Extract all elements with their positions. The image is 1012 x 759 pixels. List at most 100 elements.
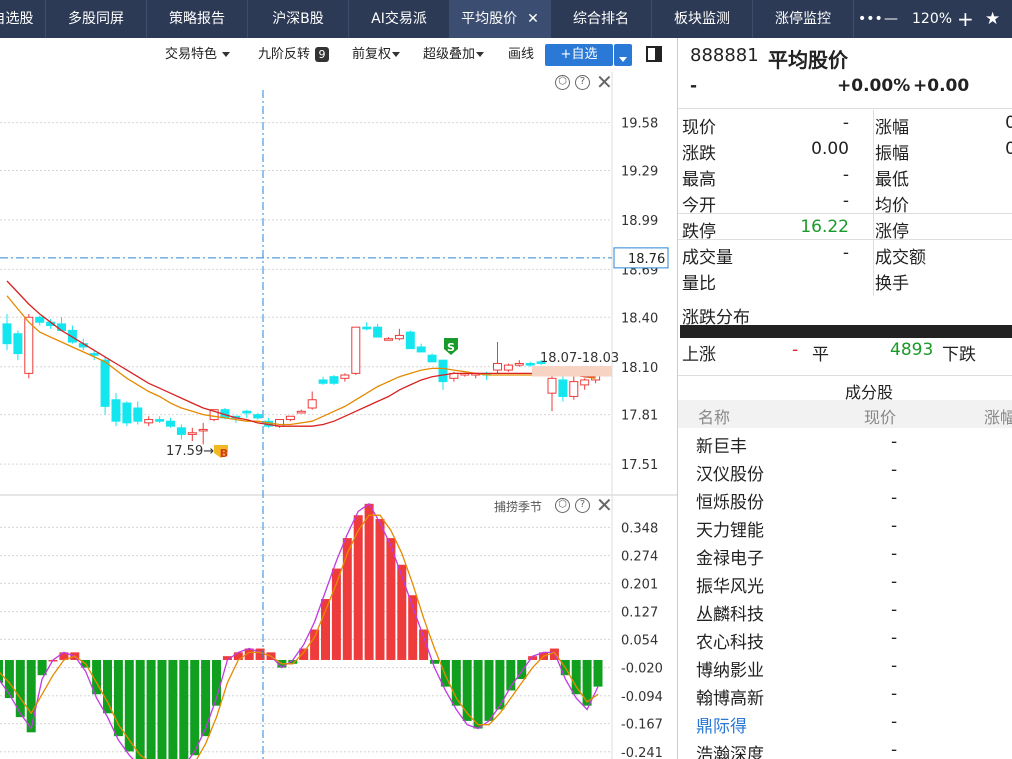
indicator-tick-label: -0.167 xyxy=(621,718,663,733)
add-watchlist-dropdown[interactable] xyxy=(614,44,632,66)
indicator-bar xyxy=(582,659,592,706)
price-tick-label: 19.58 xyxy=(621,117,658,132)
candle xyxy=(100,359,110,407)
price-range-band xyxy=(532,365,612,377)
list-item[interactable]: 汉仪股份 - xyxy=(678,457,1012,485)
nine-reversal-toggle[interactable]: 九阶反转 9 xyxy=(258,38,330,72)
list-item[interactable]: 新巨丰 - xyxy=(678,429,1012,457)
stock-price: - xyxy=(891,572,898,592)
tab-strategy-report[interactable]: 策略报告 xyxy=(147,0,248,38)
close-icon[interactable]: ✕ xyxy=(596,72,613,92)
candle xyxy=(176,427,186,435)
tab-label: AI交易派 xyxy=(371,11,427,27)
indicator-tick-label: 0.201 xyxy=(621,577,658,592)
change-percent: +0.00% xyxy=(837,76,911,96)
tab-b-shares[interactable]: 沪深B股 xyxy=(248,0,349,38)
quote-row: 跌停 16.22 涨停 xyxy=(678,214,1012,242)
close-icon[interactable]: ✕ xyxy=(527,11,539,27)
list-item[interactable]: 丛麟科技 - xyxy=(678,597,1012,625)
candle xyxy=(427,354,437,363)
quote-label: 成交量 xyxy=(682,248,733,268)
stock-name: 翰博高新 xyxy=(696,689,764,709)
kline-chart[interactable]: 19.5819.2918.9918.6918.4018.1017.8117.51… xyxy=(0,72,677,759)
candle xyxy=(405,331,415,350)
list-item[interactable]: 翰博高新 - xyxy=(678,681,1012,709)
star-icon[interactable]: ★ xyxy=(985,0,1000,38)
draw-line-button[interactable]: 画线 xyxy=(508,38,534,72)
list-item[interactable]: 农心科技 - xyxy=(678,625,1012,653)
sell-marker-label: S xyxy=(447,341,455,354)
candle xyxy=(155,419,165,422)
settings-icon[interactable]: ⬡ xyxy=(555,75,570,90)
tab-multi-stock[interactable]: 多股同屏 xyxy=(46,0,147,38)
list-item[interactable]: 博纳影业 - xyxy=(678,653,1012,681)
indicator-bar xyxy=(549,648,559,660)
indicator-bar xyxy=(593,659,603,687)
stock-name: 鼎际得 xyxy=(696,717,747,737)
zoom-in-icon[interactable]: + xyxy=(957,0,974,38)
candle xyxy=(329,376,339,384)
layout-toggle-icon[interactable] xyxy=(646,46,662,62)
flat-label: 平 xyxy=(812,345,829,365)
indicator-bar xyxy=(168,659,178,759)
help-icon[interactable]: ? xyxy=(575,75,590,90)
candle xyxy=(144,419,154,424)
zoom-out-icon[interactable]: — xyxy=(884,0,898,38)
list-item[interactable]: 天力锂能 - xyxy=(678,513,1012,541)
indicator-bar xyxy=(473,659,483,729)
price-tick-label: 19.29 xyxy=(621,164,658,179)
help-icon[interactable]: ? xyxy=(575,498,590,513)
stock-price: - xyxy=(891,712,898,732)
quote-row: 现价 - 涨幅 0 xyxy=(678,110,1012,138)
tab-sector-monitor[interactable]: 板块监测 xyxy=(652,0,753,38)
list-item[interactable]: 鼎际得 - xyxy=(678,709,1012,737)
candle xyxy=(569,381,579,397)
stock-name: 恒烁股份 xyxy=(696,493,764,513)
candle xyxy=(35,316,45,323)
indicator-bar xyxy=(26,659,36,733)
chart-area[interactable]: 19.58 19.29 18.99 18.69 18.40 18.10 17.81 17.51… xyxy=(0,72,677,759)
list-item[interactable]: 恒烁股份 - xyxy=(678,485,1012,513)
indicator-bar xyxy=(201,659,211,737)
constituents-header: 名称 现价 涨幅 xyxy=(678,400,1012,428)
list-item[interactable]: 浩瀚深度 - xyxy=(678,737,1012,759)
quote-value: - xyxy=(842,191,849,211)
stock-price: - xyxy=(891,544,898,564)
tab-limit-up[interactable]: 涨停监控 xyxy=(753,0,854,38)
down-label: 下跌 xyxy=(942,345,976,365)
chevron-down-icon xyxy=(619,56,627,62)
tab-label: 板块监测 xyxy=(674,11,730,27)
more-icon[interactable]: ••• xyxy=(858,0,883,38)
settings-icon[interactable]: ⬡ xyxy=(555,498,570,513)
quote-row: 涨跌 0.00 振幅 0 xyxy=(678,136,1012,164)
indicator-bar xyxy=(233,652,243,660)
change-value: +0.00 xyxy=(913,76,970,96)
candle xyxy=(111,399,121,422)
col-change[interactable]: 涨幅 xyxy=(984,404,1012,428)
indicator-bar xyxy=(310,629,320,660)
trade-feature-dropdown[interactable]: 交易特色 xyxy=(165,38,231,72)
overlay-dropdown[interactable]: 超级叠加 xyxy=(423,38,485,72)
tab-average-price[interactable]: 平均股价 ✕ xyxy=(450,0,551,38)
flat-count: 4893 xyxy=(890,340,934,360)
list-item[interactable]: 金禄电子 - xyxy=(678,541,1012,569)
list-item[interactable]: 振华风光 - xyxy=(678,569,1012,597)
stock-name: 汉仪股份 xyxy=(696,465,764,485)
quote-row: 最高 - 最低 xyxy=(678,162,1012,190)
candle xyxy=(416,346,426,353)
tab-ranking[interactable]: 综合排名 xyxy=(551,0,652,38)
col-name[interactable]: 名称 xyxy=(698,404,730,428)
adjust-dropdown[interactable]: 前复权 xyxy=(352,38,401,72)
col-price[interactable]: 现价 xyxy=(864,404,896,428)
close-icon[interactable]: ✕ xyxy=(596,495,613,515)
tab-watchlist[interactable]: 自选股 xyxy=(0,0,46,38)
tab-ai-trade[interactable]: AI交易派 xyxy=(349,0,450,38)
nine-badge-icon: 9 xyxy=(315,47,330,62)
quote-row: 量比 换手 xyxy=(678,266,1012,294)
candle xyxy=(166,420,175,427)
chevron-down-icon xyxy=(392,52,401,57)
price-tick-label: 18.99 xyxy=(621,214,658,229)
indicator-bar xyxy=(342,538,352,660)
indicator-name[interactable]: 捕捞季节 xyxy=(494,498,542,515)
add-watchlist-button[interactable]: +自选 xyxy=(545,44,613,66)
